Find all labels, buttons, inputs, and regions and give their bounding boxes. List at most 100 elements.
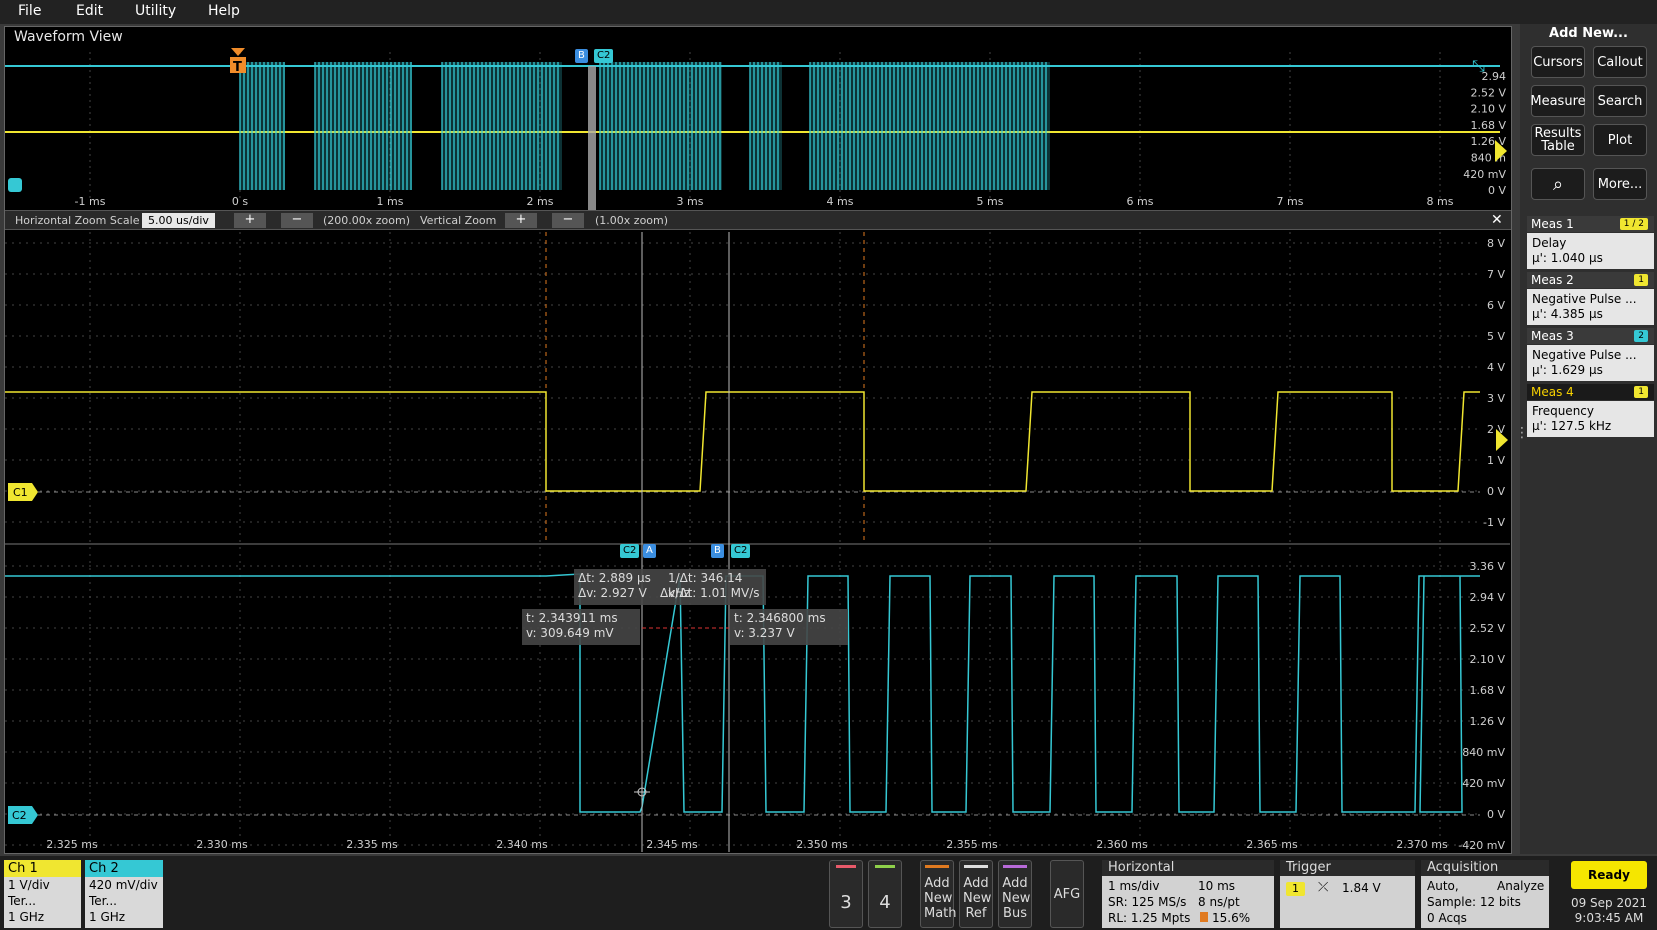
meas1-header[interactable]: Meas 1 1 / 2 — [1527, 216, 1654, 232]
crosshair-icon — [634, 784, 650, 800]
ch4-label: 4 — [879, 892, 891, 913]
ch1-label-marker[interactable]: C1 — [8, 483, 38, 501]
add-math-button[interactable]: Add New Math — [920, 860, 957, 928]
trigger-level: 1.84 V — [1342, 881, 1381, 895]
search-button[interactable]: Search — [1593, 85, 1647, 117]
meas4-header[interactable]: Meas 4 1 — [1527, 384, 1654, 400]
add-ref-label: Add New Ref — [963, 876, 992, 921]
acquisition-sample: Sample: 12 bits — [1427, 895, 1521, 909]
cursor-a-tag[interactable]: A — [643, 544, 656, 558]
cursor-b-readout[interactable]: t: 2.346800 ms v: 3.237 V — [730, 609, 848, 645]
meas4-title: Meas 4 — [1531, 385, 1574, 399]
h-zoom-scale-input[interactable]: 5.00 us/div — [142, 213, 215, 228]
afg-button[interactable]: AFG — [1050, 860, 1084, 928]
overview-tag-b[interactable]: B — [575, 49, 588, 63]
add-bus-button[interactable]: Add New Bus — [998, 860, 1032, 928]
trigger-marker[interactable]: T — [230, 48, 246, 75]
ch2-y-tick: 2.52 V — [1469, 622, 1505, 635]
overview-y-tick: 2.10 V — [1470, 103, 1506, 116]
overview-x-tick: 1 ms — [377, 195, 404, 208]
burst-region — [810, 62, 1050, 190]
h-zoom-plus-button[interactable]: + — [234, 213, 266, 228]
acquisition-panel[interactable]: Acquisition Auto, Analyze Sample: 12 bit… — [1421, 860, 1549, 928]
ch1-y-tick: 0 V — [1487, 485, 1505, 498]
meas1-name: Delay — [1532, 236, 1567, 250]
add-math-label: Add New Math — [924, 876, 957, 921]
cursor-b-c2-tag[interactable]: C2 — [731, 544, 751, 558]
callout-button[interactable]: Callout — [1593, 46, 1647, 78]
ch1-badge[interactable]: Ch 1 1 V/div Ter... 1 GHz — [4, 860, 81, 928]
v-zoom-minus-button[interactable]: − — [552, 213, 584, 228]
add-ref-button[interactable]: Add New Ref — [959, 860, 993, 928]
ch2-y-tick: -420 mV — [1458, 839, 1505, 852]
overview-zoom-icon[interactable]: ⤡ — [1472, 56, 1502, 75]
ch2-y-tick: 420 mV — [1462, 777, 1505, 790]
meas4-body[interactable]: Frequency µ': 127.5 kHz — [1527, 401, 1654, 437]
horizontal-duration: 10 ms — [1198, 879, 1236, 893]
meas4-value: µ': 127.5 kHz — [1532, 419, 1612, 433]
run-status-button[interactable]: Ready — [1571, 861, 1647, 889]
ch1-y-tick: 1 V — [1487, 454, 1505, 467]
ch2-title: Ch 2 — [85, 860, 163, 877]
overview-x-tick: 5 ms — [977, 195, 1004, 208]
meas2-badge: 1 — [1634, 274, 1648, 286]
ch1-scale: 1 V/div — [8, 878, 50, 892]
results-table-button[interactable]: Results Table — [1531, 124, 1585, 156]
panel-resize-handle-icon[interactable]: ⋮ — [1515, 426, 1529, 452]
overview-x-tick: -1 ms — [75, 195, 106, 208]
overview-y-tick: 0 V — [1488, 184, 1506, 197]
cursor-delta-readout[interactable]: Δt: 2.889 µs Δv: 2.927 V 1/Δt: 346.14 kH… — [574, 569, 766, 605]
h-zoom-factor: (200.00x zoom) — [323, 214, 411, 227]
meas4-badge: 1 — [1634, 386, 1648, 398]
measure-button[interactable]: Measure — [1530, 85, 1586, 117]
cursor-a-value: v: 309.649 mV — [526, 626, 614, 640]
ch2-badge[interactable]: Ch 2 420 mV/div Ter... 1 GHz — [85, 860, 163, 928]
ch2-x-tick: 2.330 ms — [196, 838, 248, 851]
ch2-x-tick: 2.365 ms — [1246, 838, 1298, 851]
meas3-header[interactable]: Meas 3 2 — [1527, 328, 1654, 344]
overview-c2-icon — [8, 178, 22, 192]
waveform-canvas[interactable]: T 2.942.52 V2.10 V1.68 V1.26 V840 m420 m… — [0, 0, 1512, 856]
horizontal-sample-rate: SR: 125 MS/s — [1108, 895, 1187, 909]
ch1-title: Ch 1 — [4, 860, 81, 877]
cursor-b-tag[interactable]: B — [711, 544, 724, 558]
ch4-button[interactable]: 4 — [868, 860, 902, 928]
zoom-search-icon[interactable]: ⌕ — [1531, 168, 1585, 200]
more-button[interactable]: More... — [1593, 168, 1647, 200]
ch2-termination: Ter... — [89, 894, 117, 908]
overview-y-tick: 1.68 V — [1470, 119, 1506, 132]
svg-text:T: T — [233, 60, 242, 75]
zoom-window-marker — [588, 66, 596, 210]
meas2-body[interactable]: Negative Pulse ... µ': 4.385 µs — [1527, 289, 1654, 325]
trigger-panel[interactable]: Trigger 1 ⤫ 1.84 V — [1280, 860, 1415, 928]
burst-region — [600, 62, 722, 190]
burst-region — [240, 62, 285, 190]
meas3-body[interactable]: Negative Pulse ... µ': 1.629 µs — [1527, 345, 1654, 381]
overview-tag-c2[interactable]: C2 — [594, 49, 614, 63]
cursors-button[interactable]: Cursors — [1531, 46, 1585, 78]
ch3-label: 3 — [840, 892, 852, 913]
h-zoom-minus-button[interactable]: − — [281, 213, 313, 228]
v-zoom-factor: (1.00x zoom) — [595, 214, 669, 227]
acquisition-analyze: Analyze — [1497, 879, 1545, 893]
meas1-body[interactable]: Delay µ': 1.040 µs — [1527, 233, 1654, 269]
overview-x-tick: 2 ms — [527, 195, 554, 208]
add-new-heading: Add New... — [1549, 26, 1628, 41]
ch2-label-marker[interactable]: C2 — [8, 806, 38, 824]
cursor-a-readout[interactable]: t: 2.343911 ms v: 309.649 mV — [522, 609, 640, 645]
burst-region — [315, 62, 412, 190]
ch2-y-tick: 2.94 V — [1469, 591, 1505, 604]
ch3-button[interactable]: 3 — [829, 860, 863, 928]
horizontal-panel[interactable]: Horizontal 1 ms/div 10 ms SR: 125 MS/s 8… — [1102, 860, 1274, 928]
meas2-name: Negative Pulse ... — [1532, 292, 1637, 306]
overview-x-tick: 0 s — [232, 195, 248, 208]
v-zoom-plus-button[interactable]: + — [505, 213, 537, 228]
h-zoom-label: Horizontal Zoom Scale — [15, 214, 140, 227]
meas2-header[interactable]: Meas 2 1 — [1527, 272, 1654, 288]
cursor-b-value: v: 3.237 V — [734, 626, 795, 640]
plot-button[interactable]: Plot — [1593, 124, 1647, 156]
meas3-name: Negative Pulse ... — [1532, 348, 1637, 362]
cursor-a-c2-tag[interactable]: C2 — [620, 544, 640, 558]
close-zoom-icon[interactable]: ✕ — [1491, 212, 1503, 228]
ch2-y-tick: 840 mV — [1462, 746, 1505, 759]
